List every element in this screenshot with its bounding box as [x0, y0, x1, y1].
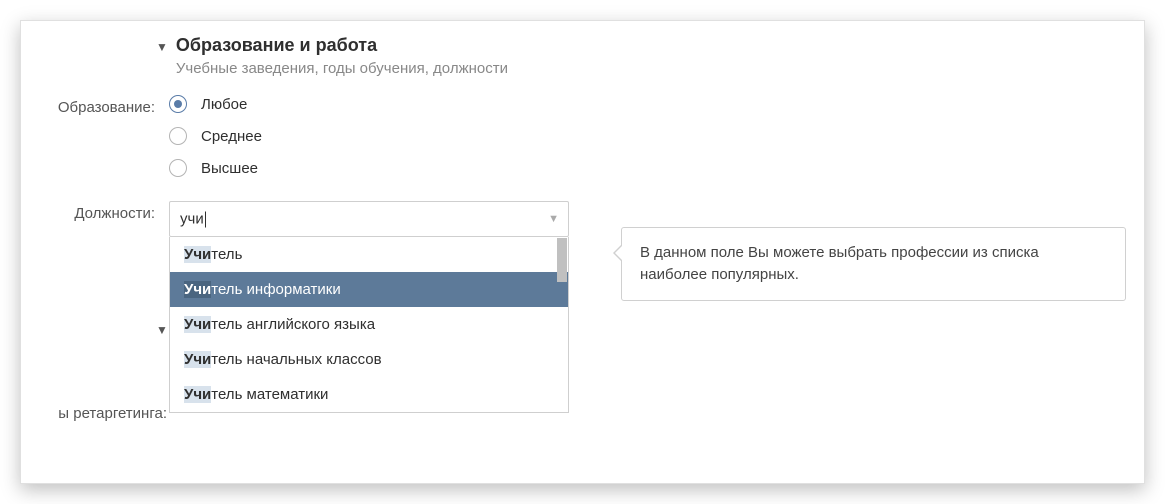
radio-higher[interactable]: Высшее: [169, 159, 262, 177]
radio-label: Любое: [201, 96, 247, 113]
tooltip-text: В данном поле Вы можете выбрать професси…: [640, 244, 1039, 283]
section-header[interactable]: ▼ Образование и работа Учебные заведения…: [21, 35, 1144, 77]
dropdown-item[interactable]: Учитель математики: [170, 377, 568, 412]
radio-icon: [169, 95, 187, 113]
dropdown-item[interactable]: Учитель информатики: [170, 272, 568, 307]
section-subtitle: Учебные заведения, годы обучения, должно…: [176, 60, 508, 77]
dropdown-item[interactable]: Учитель начальных классов: [170, 342, 568, 377]
radio-icon: [169, 159, 187, 177]
positions-dropdown: Учитель Учитель информатики Учитель англ…: [169, 237, 569, 413]
radio-icon: [169, 127, 187, 145]
positions-label: Должности:: [21, 201, 169, 222]
positions-combo: учи ▼ Учитель Учитель информатики Учител…: [169, 201, 569, 237]
section-title: Образование и работа: [176, 35, 508, 56]
education-row: Образование: Любое Среднее Высшее: [21, 95, 1144, 191]
dropdown-item[interactable]: Учитель: [170, 237, 568, 272]
radio-any[interactable]: Любое: [169, 95, 262, 113]
collapse-icon[interactable]: ▼: [156, 323, 168, 337]
settings-panel: ▼ Образование и работа Учебные заведения…: [20, 20, 1145, 484]
scrollbar[interactable]: [557, 238, 567, 282]
tooltip: В данном поле Вы можете выбрать професси…: [621, 227, 1126, 301]
collapse-icon: ▼: [156, 40, 168, 54]
positions-input[interactable]: [169, 201, 569, 237]
radio-label: Высшее: [201, 160, 258, 177]
education-label: Образование:: [21, 95, 169, 116]
retargeting-label: ы ретаргетинга:: [27, 405, 167, 422]
dropdown-item[interactable]: Учитель английского языка: [170, 307, 568, 342]
radio-label: Среднее: [201, 128, 262, 145]
radio-secondary[interactable]: Среднее: [169, 127, 262, 145]
